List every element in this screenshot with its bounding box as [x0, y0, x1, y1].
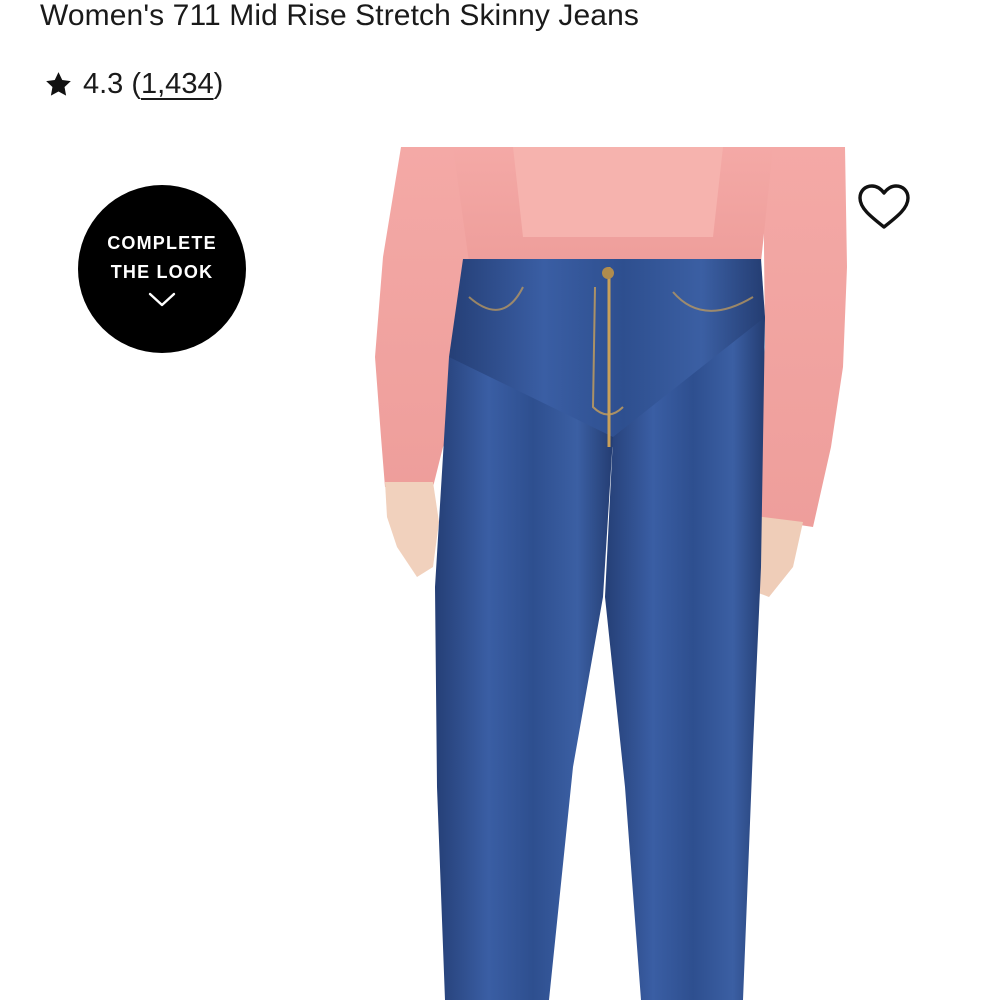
review-count-open-paren: (: [131, 68, 141, 100]
complete-the-look-line1: COMPLETE: [107, 233, 217, 253]
chevron-down-icon: [148, 292, 176, 307]
review-count-wrapper: (1,434): [131, 64, 223, 104]
product-photo-illustration: [375, 147, 847, 1000]
product-rating: 4.3 (1,434): [44, 64, 223, 104]
product-photo[interactable]: [373, 147, 963, 1000]
product-title: Women's 711 Mid Rise Stretch Skinny Jean…: [40, 0, 639, 32]
star-icon: [46, 71, 71, 96]
review-count-close-paren: ): [213, 68, 224, 100]
wishlist-button[interactable]: [856, 182, 912, 232]
rating-value: 4.3: [83, 68, 124, 100]
complete-the-look-line2: THE LOOK: [110, 262, 214, 282]
heart-icon: [858, 184, 910, 229]
review-count-link[interactable]: 1,434: [141, 68, 214, 100]
complete-the-look-button[interactable]: COMPLETE THE LOOK: [78, 185, 246, 353]
